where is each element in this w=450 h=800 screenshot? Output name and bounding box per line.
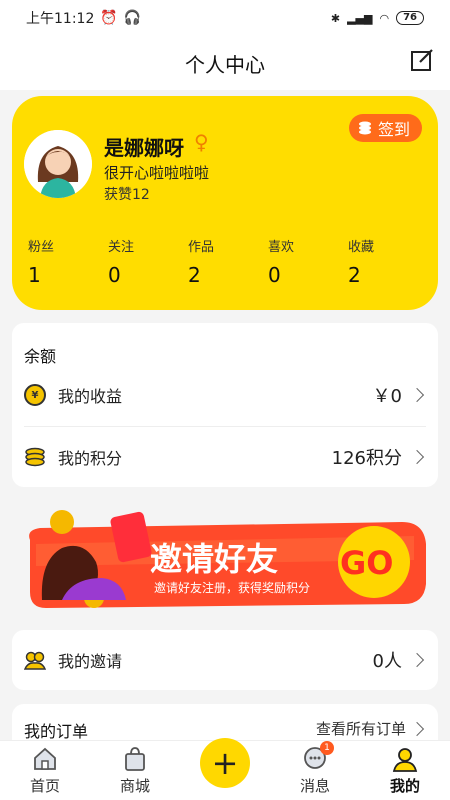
- banner-go-label: GO: [340, 544, 393, 582]
- my-invite-card[interactable]: 我的邀请 0人: [12, 630, 438, 690]
- invite-friends-banner[interactable]: 邀请好友 邀请好友注册，获得奖励积分 GO: [22, 500, 432, 618]
- stat-value: 0: [268, 263, 281, 287]
- checkin-label: 签到: [377, 120, 410, 139]
- likes-count: 获赞12: [104, 187, 150, 203]
- chevron-right-icon: [409, 387, 425, 403]
- stat-label: 粉丝: [28, 240, 55, 255]
- balance-title: 余额: [24, 347, 57, 366]
- coin-decoration: [50, 510, 74, 534]
- avatar-illustration: [24, 130, 92, 198]
- stat-likes[interactable]: 喜欢 0: [268, 236, 348, 287]
- tab-mine[interactable]: 我的: [360, 745, 450, 796]
- username: 是娜娜呀: [104, 136, 184, 160]
- status-bar: 上午11:12 ⏰ 🎧 ✱ ▂▄▆ ◠ 76: [0, 0, 450, 36]
- messages-badge: 1: [320, 741, 334, 755]
- stat-value: 2: [188, 263, 201, 287]
- users-icon: [24, 651, 46, 670]
- shopping-bag-icon: [125, 747, 145, 771]
- tab-home-label: 首页: [29, 777, 60, 795]
- title-bar: 个人中心: [0, 36, 450, 90]
- coins-icon: [358, 121, 371, 135]
- points-label: 我的积分: [58, 449, 123, 468]
- tab-home[interactable]: 首页: [0, 745, 90, 796]
- tab-mall-label: 商城: [119, 777, 150, 795]
- view-all-orders-link[interactable]: 查看所有订单: [316, 718, 426, 739]
- stat-fans[interactable]: 粉丝 1: [28, 236, 108, 287]
- status-time: 上午11:12: [26, 11, 95, 27]
- balance-card: 余额 ¥ 我的收益 ￥0 我的积分 126积分: [12, 323, 438, 487]
- female-gender-icon: ♀: [194, 130, 209, 154]
- banner-title: 邀请好友: [150, 540, 278, 578]
- avatar[interactable]: [24, 130, 92, 198]
- bluetooth-icon: ✱: [330, 11, 341, 25]
- stat-value: 2: [348, 263, 361, 287]
- stat-label: 喜欢: [268, 240, 295, 255]
- headphones-icon: 🎧: [123, 10, 142, 26]
- stats-row: 粉丝 1 关注 0 作品 2 喜欢 0 收藏 2: [28, 236, 428, 287]
- tab-mine-label: 我的: [389, 777, 420, 795]
- edit-icon[interactable]: [408, 46, 436, 74]
- tab-mall[interactable]: 商城: [90, 745, 180, 796]
- invite-value: 0人: [372, 651, 402, 672]
- checkin-button[interactable]: 签到: [348, 114, 422, 142]
- points-row[interactable]: 我的积分 126积分: [24, 427, 426, 487]
- signal-icon: ▂▄▆: [347, 11, 373, 25]
- stat-label: 关注: [108, 240, 135, 255]
- user-icon: [392, 748, 418, 772]
- stat-label: 收藏: [348, 240, 375, 255]
- stat-value: 1: [28, 263, 41, 287]
- stat-label: 作品: [188, 240, 215, 255]
- battery-icon: 76: [396, 11, 424, 25]
- wifi-icon: ◠: [379, 11, 390, 25]
- chevron-right-icon: [409, 721, 425, 736]
- stat-value: 0: [108, 263, 121, 287]
- page-title: 个人中心: [185, 52, 265, 77]
- view-all-orders-label: 查看所有订单: [315, 720, 406, 738]
- alarm-icon: ⏰: [100, 10, 118, 26]
- stat-following[interactable]: 关注 0: [108, 236, 188, 287]
- stat-favorites[interactable]: 收藏 2: [348, 236, 428, 287]
- profile-card: 是娜娜呀 ♀ 很开心啦啦啦啦 获赞12 签到 粉丝 1 关注 0 作品 2 喜欢…: [12, 96, 438, 310]
- stat-works[interactable]: 作品 2: [188, 236, 268, 287]
- add-post-button[interactable]: +: [200, 738, 250, 788]
- home-icon: [34, 747, 56, 770]
- bio: 很开心啦啦啦啦: [104, 164, 210, 182]
- earnings-row[interactable]: ¥ 我的收益 ￥0: [24, 365, 426, 425]
- yuan-coin-icon: ¥: [24, 384, 46, 406]
- banner-subtitle: 邀请好友注册，获得奖励积分: [154, 580, 310, 595]
- earnings-label: 我的收益: [58, 387, 123, 406]
- chevron-right-icon: [409, 449, 425, 465]
- orders-title: 我的订单: [24, 722, 89, 741]
- points-value: 126积分: [331, 448, 402, 469]
- plus-icon: +: [211, 744, 239, 782]
- chevron-right-icon: [409, 652, 425, 668]
- tab-messages[interactable]: 1 消息: [270, 741, 360, 796]
- tab-messages-label: 消息: [299, 777, 330, 795]
- invite-row[interactable]: 我的邀请 0人: [24, 630, 426, 690]
- earnings-value: ￥0: [372, 386, 402, 407]
- invite-label: 我的邀请: [58, 652, 123, 671]
- coin-stack-icon: [25, 447, 45, 467]
